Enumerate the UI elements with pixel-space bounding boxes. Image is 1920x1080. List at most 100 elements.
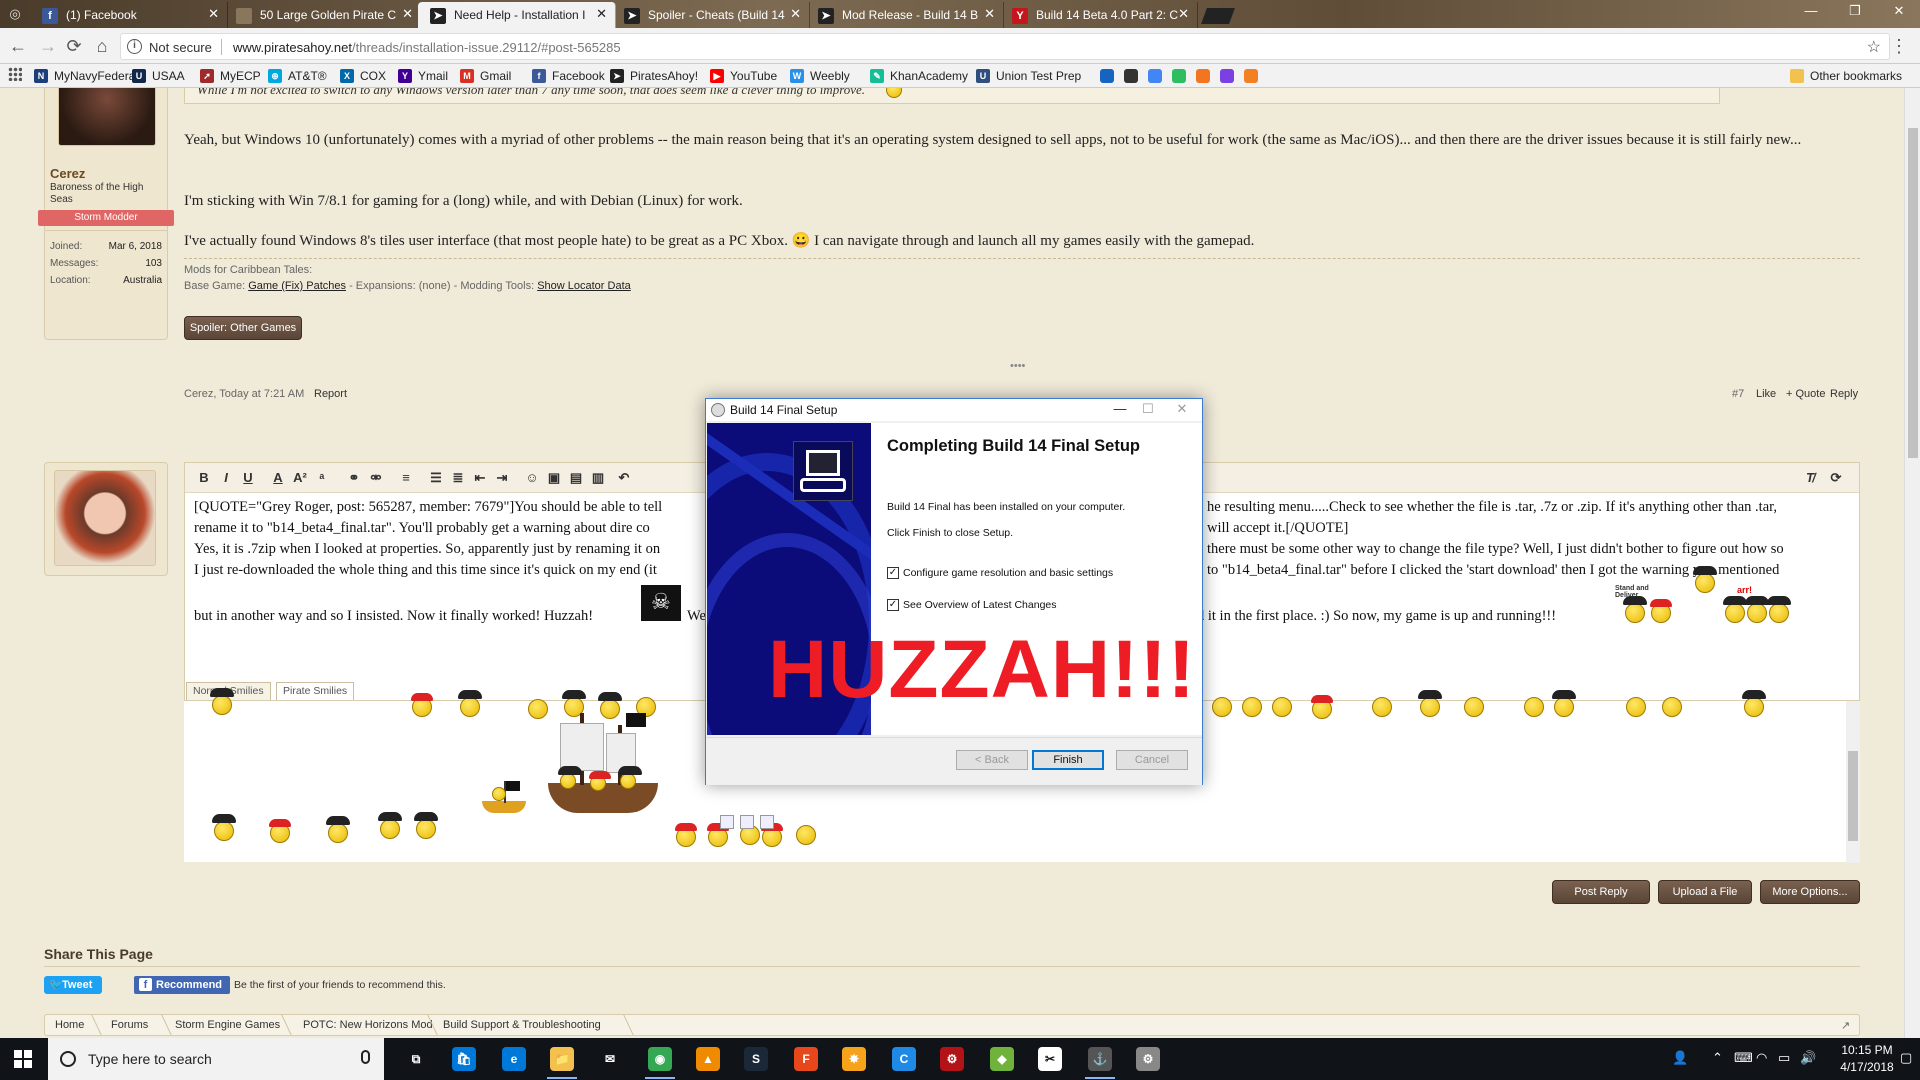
smilie-icon[interactable] bbox=[1524, 697, 1544, 717]
smilie-icon[interactable] bbox=[1272, 697, 1292, 717]
installer-icon[interactable]: ⚓ bbox=[1088, 1047, 1112, 1071]
image-icon[interactable]: ▣ bbox=[545, 469, 563, 487]
snip-icon[interactable]: ✂ bbox=[1038, 1047, 1062, 1071]
mail-icon[interactable]: ✉ bbox=[598, 1047, 622, 1071]
menu-icon[interactable]: ⋮ bbox=[1890, 36, 1908, 57]
sig-patches-link[interactable]: Game (Fix) Patches bbox=[248, 280, 346, 292]
smilie-icon[interactable] bbox=[1372, 697, 1392, 717]
report-link[interactable]: Report bbox=[314, 388, 347, 400]
underline-icon[interactable]: U bbox=[239, 469, 257, 487]
bandana-smilie-icon[interactable] bbox=[411, 693, 433, 717]
smilie-icon[interactable] bbox=[1464, 697, 1484, 717]
forward-icon[interactable]: → bbox=[38, 36, 58, 56]
close-icon[interactable]: ✕ bbox=[1884, 0, 1914, 22]
font-size-icon[interactable]: A² bbox=[291, 469, 309, 487]
tab-close-icon[interactable]: ✕ bbox=[208, 6, 219, 22]
wifi-icon[interactable]: ◠ bbox=[1756, 1050, 1767, 1066]
store-icon[interactable]: 🛍 bbox=[452, 1047, 476, 1071]
bookmark-ymail[interactable]: Y Ymail bbox=[398, 67, 448, 85]
font-family-icon[interactable]: ᵃ bbox=[313, 469, 331, 487]
tray-chevron-icon[interactable]: ⌃ bbox=[1712, 1050, 1723, 1066]
code-icon[interactable]: ▥ bbox=[589, 469, 607, 487]
taskbar-search[interactable]: Type here to search bbox=[48, 1038, 384, 1080]
pirate-smilie-icon[interactable] bbox=[1418, 690, 1442, 717]
settings-app-icon[interactable]: ⚙ bbox=[1136, 1047, 1160, 1071]
back-icon[interactable]: ← bbox=[8, 36, 28, 56]
network-icon[interactable]: ⌨ bbox=[1734, 1050, 1753, 1066]
media-icon[interactable]: ▤ bbox=[567, 469, 585, 487]
pirate-smilie-icon[interactable] bbox=[210, 688, 234, 715]
indent-icon[interactable]: ⇥ bbox=[493, 469, 511, 487]
microphone-icon[interactable] bbox=[361, 1050, 370, 1064]
tab-close-icon[interactable]: ✕ bbox=[1178, 6, 1189, 22]
profile-icon[interactable]: ◎ bbox=[0, 3, 30, 25]
new-tab-button[interactable] bbox=[1201, 8, 1235, 24]
unlink-icon[interactable]: ⚮ bbox=[367, 469, 385, 487]
task-view-icon[interactable]: ⧉ bbox=[404, 1047, 428, 1071]
pirate-smilie-icon[interactable] bbox=[458, 690, 482, 717]
tweet-button[interactable]: 🐦 Tweet bbox=[44, 976, 102, 994]
bandana-smilie-icon[interactable] bbox=[675, 823, 697, 847]
browser-tab[interactable]: ➤ Need Help - Installation I ✕ bbox=[418, 2, 616, 28]
cancel-button[interactable]: Cancel bbox=[1116, 750, 1188, 770]
tab-pirate-smilies[interactable]: Pirate Smilies bbox=[276, 682, 355, 700]
upload-file-button[interactable]: Upload a File bbox=[1658, 880, 1752, 904]
bookmark-union-test-prep[interactable]: U Union Test Prep bbox=[976, 67, 1081, 85]
f-app-icon[interactable]: F bbox=[794, 1047, 818, 1071]
minimize-icon[interactable]: — bbox=[1110, 401, 1130, 416]
more-dots[interactable]: •••• bbox=[1010, 360, 1025, 372]
pirate-ship-icon[interactable] bbox=[540, 713, 666, 823]
avatar[interactable] bbox=[58, 88, 156, 146]
tab-close-icon[interactable]: ✕ bbox=[596, 6, 607, 22]
browser-tab[interactable]: ➤ Spoiler - Cheats (Build 14 ✕ bbox=[612, 2, 810, 28]
bandana-smilie-icon[interactable] bbox=[269, 819, 291, 843]
smilie-icon[interactable]: ☺ bbox=[523, 469, 541, 487]
orange-c-icon[interactable] bbox=[1244, 69, 1258, 83]
sparkle-app-icon[interactable]: ✸ bbox=[842, 1047, 866, 1071]
bookmark-at-t-[interactable]: ⊕ AT&T® bbox=[268, 67, 327, 85]
volume-icon[interactable]: 🔊 bbox=[1800, 1050, 1816, 1066]
bandana-smilie-icon[interactable] bbox=[1311, 695, 1333, 719]
purple-play-icon[interactable] bbox=[1220, 69, 1234, 83]
reload-icon[interactable]: ⟳ bbox=[64, 36, 84, 56]
recommend-button[interactable]: f Recommend bbox=[134, 976, 230, 994]
other-bookmarks[interactable]: Other bookmarks bbox=[1790, 67, 1902, 85]
maximize-icon[interactable]: ☐ bbox=[1138, 401, 1158, 417]
steam-icon[interactable]: S bbox=[744, 1047, 768, 1071]
link-icon[interactable]: ⚭ bbox=[345, 469, 363, 487]
browser-tab[interactable]: 50 Large Golden Pirate C ✕ bbox=[224, 2, 422, 28]
tab-close-icon[interactable]: ✕ bbox=[790, 6, 801, 22]
info-icon[interactable]: i bbox=[127, 39, 142, 54]
start-icon[interactable] bbox=[14, 1050, 32, 1068]
configure-checkbox[interactable]: ✓ Configure game resolution and basic set… bbox=[887, 567, 1113, 579]
bookmark-facebook[interactable]: f Facebook bbox=[532, 67, 605, 85]
home-icon[interactable]: ⌂ bbox=[92, 36, 112, 56]
close-icon[interactable]: ✕ bbox=[1172, 401, 1192, 417]
vlc-icon[interactable]: ▲ bbox=[696, 1047, 720, 1071]
breadcrumb-build-support[interactable]: Build Support & Troubleshooting bbox=[443, 1019, 601, 1031]
bookmark-star-icon[interactable]: ☆ bbox=[1867, 37, 1881, 57]
pirate-smilie-icon[interactable] bbox=[414, 812, 438, 839]
bullet-list-icon[interactable]: ☰ bbox=[427, 469, 445, 487]
bookmark-piratesahoy-[interactable]: ➤ PiratesAhoy! bbox=[610, 67, 698, 85]
breadcrumb-home[interactable]: Home bbox=[55, 1019, 84, 1031]
smilie-icon[interactable] bbox=[1212, 697, 1232, 717]
bandana-smilie-icon[interactable] bbox=[707, 823, 729, 847]
numbered-list-icon[interactable]: ≣ bbox=[449, 469, 467, 487]
smilie-icon[interactable] bbox=[1242, 697, 1262, 717]
file-explorer-icon[interactable]: 📁 bbox=[550, 1047, 574, 1071]
bookmark-usaa[interactable]: U USAA bbox=[132, 67, 185, 85]
browser-tab[interactable]: f (1) Facebook ✕ bbox=[30, 2, 228, 28]
layers-app-icon[interactable]: ◆ bbox=[990, 1047, 1014, 1071]
tab-close-icon[interactable]: ✕ bbox=[984, 6, 995, 22]
sig-locator-link[interactable]: Show Locator Data bbox=[537, 280, 631, 292]
power-icon[interactable]: ▭ bbox=[1778, 1050, 1790, 1066]
reply-link[interactable]: Reply bbox=[1830, 388, 1858, 400]
smilie-icon[interactable] bbox=[796, 825, 816, 845]
bookmark-gmail[interactable]: M Gmail bbox=[460, 67, 511, 85]
omnibox[interactable]: i Not secure www.piratesahoy.net/threads… bbox=[120, 33, 1890, 60]
post-meta[interactable]: Cerez, Today at 7:21 AM bbox=[184, 388, 304, 400]
like-link[interactable]: Like bbox=[1756, 388, 1776, 400]
scroll-thumb[interactable] bbox=[1848, 751, 1858, 841]
bookmark-khanacademy[interactable]: ✎ KhanAcademy bbox=[870, 67, 968, 85]
